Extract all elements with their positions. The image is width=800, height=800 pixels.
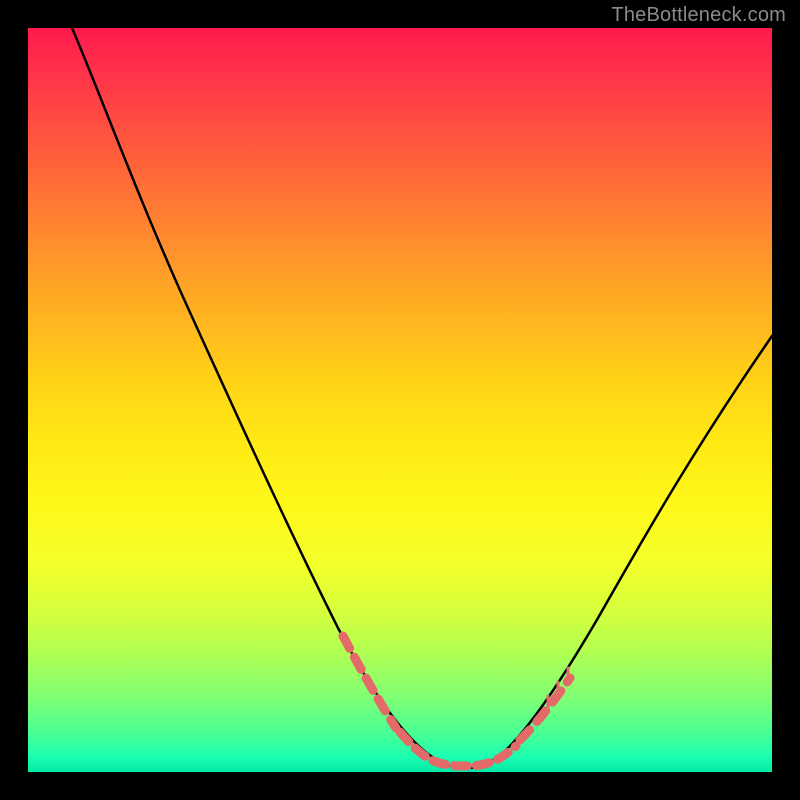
dashes-right — [520, 678, 570, 740]
chart-frame: TheBottleneck.com — [0, 0, 800, 800]
chart-svg — [28, 28, 772, 772]
dashes-floor — [400, 732, 516, 766]
curve-main — [72, 28, 772, 768]
dashes-left — [343, 636, 396, 728]
plot-area — [28, 28, 772, 772]
watermark-text: TheBottleneck.com — [611, 4, 786, 27]
